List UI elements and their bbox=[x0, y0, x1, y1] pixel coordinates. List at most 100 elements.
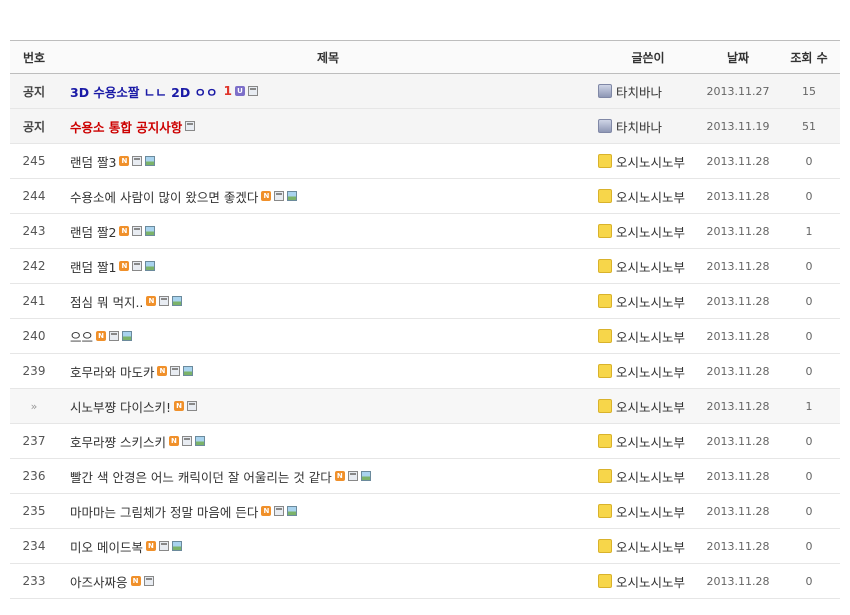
post-date: 2013.11.28 bbox=[706, 504, 770, 518]
post-date: 2013.11.28 bbox=[706, 539, 770, 553]
post-title-link[interactable]: 미오 메이드복 bbox=[70, 537, 143, 556]
avatar-icon bbox=[598, 119, 612, 133]
image-icon bbox=[287, 506, 298, 516]
post-title-link[interactable]: 랜덤 짤2 bbox=[70, 222, 116, 241]
view-count: 0 bbox=[805, 259, 813, 273]
avatar-icon bbox=[598, 294, 612, 308]
post-title-link[interactable]: 호무라와 마도카 bbox=[70, 362, 154, 381]
post-number: 242 bbox=[22, 259, 46, 273]
new-icon: N bbox=[334, 471, 345, 481]
col-views-header[interactable]: 조회 수 bbox=[778, 41, 840, 73]
post-number: 245 bbox=[22, 154, 46, 168]
file-icon bbox=[132, 261, 143, 271]
col-no-header: 번호 bbox=[22, 50, 46, 65]
author-link[interactable]: 오시노시노부 bbox=[616, 257, 685, 276]
author-link[interactable]: 오시노시노부 bbox=[616, 397, 685, 416]
new-icon: N bbox=[157, 366, 168, 376]
new-icon: N bbox=[174, 401, 184, 411]
post-title-cell: 호무라와 마도카 N bbox=[70, 354, 590, 388]
author-link[interactable]: 오시노시노부 bbox=[616, 152, 685, 171]
author-link[interactable]: 오시노시노부 bbox=[616, 467, 685, 486]
post-title-link[interactable]: 점심 뭐 먹지.. bbox=[70, 292, 143, 311]
file-icon bbox=[247, 86, 258, 96]
new-icon: N bbox=[96, 331, 107, 341]
file-icon bbox=[109, 331, 120, 341]
new-icon: N bbox=[145, 541, 156, 551]
author-cell: 오시노시노부 bbox=[598, 179, 698, 213]
author-link[interactable]: 오시노시노부 bbox=[616, 327, 685, 346]
file-icon bbox=[274, 506, 285, 516]
author-link[interactable]: 오시노시노부 bbox=[616, 572, 685, 591]
post-title-cell: 빨간 색 안경은 어느 캐릭이던 잘 어울리는 것 같다 N bbox=[70, 459, 590, 493]
table-row: 236 빨간 색 안경은 어느 캐릭이던 잘 어울리는 것 같다 N 오시노시노… bbox=[10, 459, 840, 494]
post-title-link[interactable]: 시노부쨩 다이스키! bbox=[70, 397, 171, 416]
author-link[interactable]: 오시노시노부 bbox=[616, 502, 685, 521]
table-row-current: » 시노부쨩 다이스키! N 오시노시노부 2013.11.28 1 bbox=[10, 389, 840, 424]
post-date: 2013.11.28 bbox=[706, 224, 770, 238]
author-link[interactable]: 오시노시노부 bbox=[616, 537, 685, 556]
author-cell: 오시노시노부 bbox=[598, 214, 698, 248]
view-count: 15 bbox=[802, 84, 816, 98]
view-count: 51 bbox=[802, 119, 816, 133]
author-link[interactable]: 타치바나 bbox=[616, 82, 662, 101]
avatar-icon bbox=[598, 189, 612, 203]
table-row: 242 랜덤 짤1 N 오시노시노부 2013.11.28 0 bbox=[10, 249, 840, 284]
col-author-header[interactable]: 글쓴이 bbox=[598, 41, 698, 73]
post-title-cell: 으으 N bbox=[70, 319, 590, 353]
post-title-cell: 랜덤 짤2 N bbox=[70, 214, 590, 248]
view-count: 1 bbox=[805, 224, 813, 238]
author-link[interactable]: 타치바나 bbox=[616, 117, 662, 136]
new-icon: N bbox=[130, 576, 141, 586]
new-icon: N bbox=[146, 296, 157, 306]
view-count: 1 bbox=[805, 399, 813, 413]
table-row: 245 랜덤 짤3 N 오시노시노부 2013.11.28 0 bbox=[10, 144, 840, 179]
post-title-link[interactable]: 빨간 색 안경은 어느 캐릭이던 잘 어울리는 것 같다 bbox=[70, 467, 332, 486]
view-count: 0 bbox=[805, 574, 813, 588]
view-count: 0 bbox=[805, 329, 813, 343]
post-title-link[interactable]: 마마마는 그림체가 정말 마음에 든다 bbox=[70, 502, 258, 521]
post-title-cell: 랜덤 짤3 N bbox=[70, 144, 590, 178]
image-icon bbox=[145, 261, 156, 271]
post-date: 2013.11.28 bbox=[706, 259, 770, 273]
notice-row: 공지 수용소 통합 공지사항 타치바나 2013.11.19 51 bbox=[10, 109, 840, 144]
image-icon bbox=[122, 331, 133, 341]
avatar-icon bbox=[598, 469, 612, 483]
post-title-cell: 아즈사짜응 N bbox=[70, 564, 590, 598]
post-date: 2013.11.28 bbox=[706, 154, 770, 168]
post-title-link[interactable]: 랜덤 짤3 bbox=[70, 152, 116, 171]
post-title-cell: 점심 뭐 먹지.. N bbox=[70, 284, 590, 318]
post-date: 2013.11.27 bbox=[706, 84, 770, 98]
comment-count[interactable]: 1 bbox=[224, 84, 232, 98]
post-date: 2013.11.28 bbox=[706, 574, 770, 588]
author-link[interactable]: 오시노시노부 bbox=[616, 187, 685, 206]
post-title-cell: 수용소에 사람이 많이 왔으면 좋겠다 N bbox=[70, 179, 590, 213]
author-link[interactable]: 오시노시노부 bbox=[616, 362, 685, 381]
author-link[interactable]: 오시노시노부 bbox=[616, 292, 685, 311]
post-title-link[interactable]: 수용소 통합 공지사항 bbox=[70, 117, 182, 136]
post-title-link[interactable]: 랜덤 짤1 bbox=[70, 257, 116, 276]
post-number: 243 bbox=[22, 224, 46, 238]
author-cell: 오시노시노부 bbox=[598, 249, 698, 283]
post-title-link[interactable]: 호무라쨩 스키스키 bbox=[70, 432, 166, 451]
new-icon: N bbox=[261, 506, 272, 516]
author-link[interactable]: 오시노시노부 bbox=[616, 432, 685, 451]
file-icon bbox=[274, 191, 285, 201]
post-title-cell: 시노부쨩 다이스키! N bbox=[70, 389, 590, 423]
col-date-header[interactable]: 날짜 bbox=[698, 41, 778, 73]
new-icon: N bbox=[168, 436, 179, 446]
post-number: 240 bbox=[22, 329, 46, 343]
post-title-link[interactable]: 아즈사짜응 bbox=[70, 572, 128, 591]
post-title-cell: 랜덤 짤1 N bbox=[70, 249, 590, 283]
author-cell: 오시노시노부 bbox=[598, 144, 698, 178]
post-title-link[interactable]: 수용소에 사람이 많이 왔으면 좋겠다 bbox=[70, 187, 258, 206]
table-row: 234 미오 메이드복 N 오시노시노부 2013.11.28 0 bbox=[10, 529, 840, 564]
post-title-cell: 마마마는 그림체가 정말 마음에 든다 N bbox=[70, 494, 590, 528]
post-title-link[interactable]: 으으 bbox=[70, 327, 93, 346]
author-link[interactable]: 오시노시노부 bbox=[616, 222, 685, 241]
file-icon bbox=[170, 366, 181, 376]
post-title-link[interactable]: 3D 수용소짤 ㄴㄴ 2D ㅇㅇ bbox=[70, 82, 218, 101]
post-date: 2013.11.28 bbox=[706, 189, 770, 203]
author-cell: 오시노시노부 bbox=[598, 564, 698, 598]
post-date: 2013.11.19 bbox=[706, 119, 770, 133]
image-icon bbox=[360, 471, 371, 481]
